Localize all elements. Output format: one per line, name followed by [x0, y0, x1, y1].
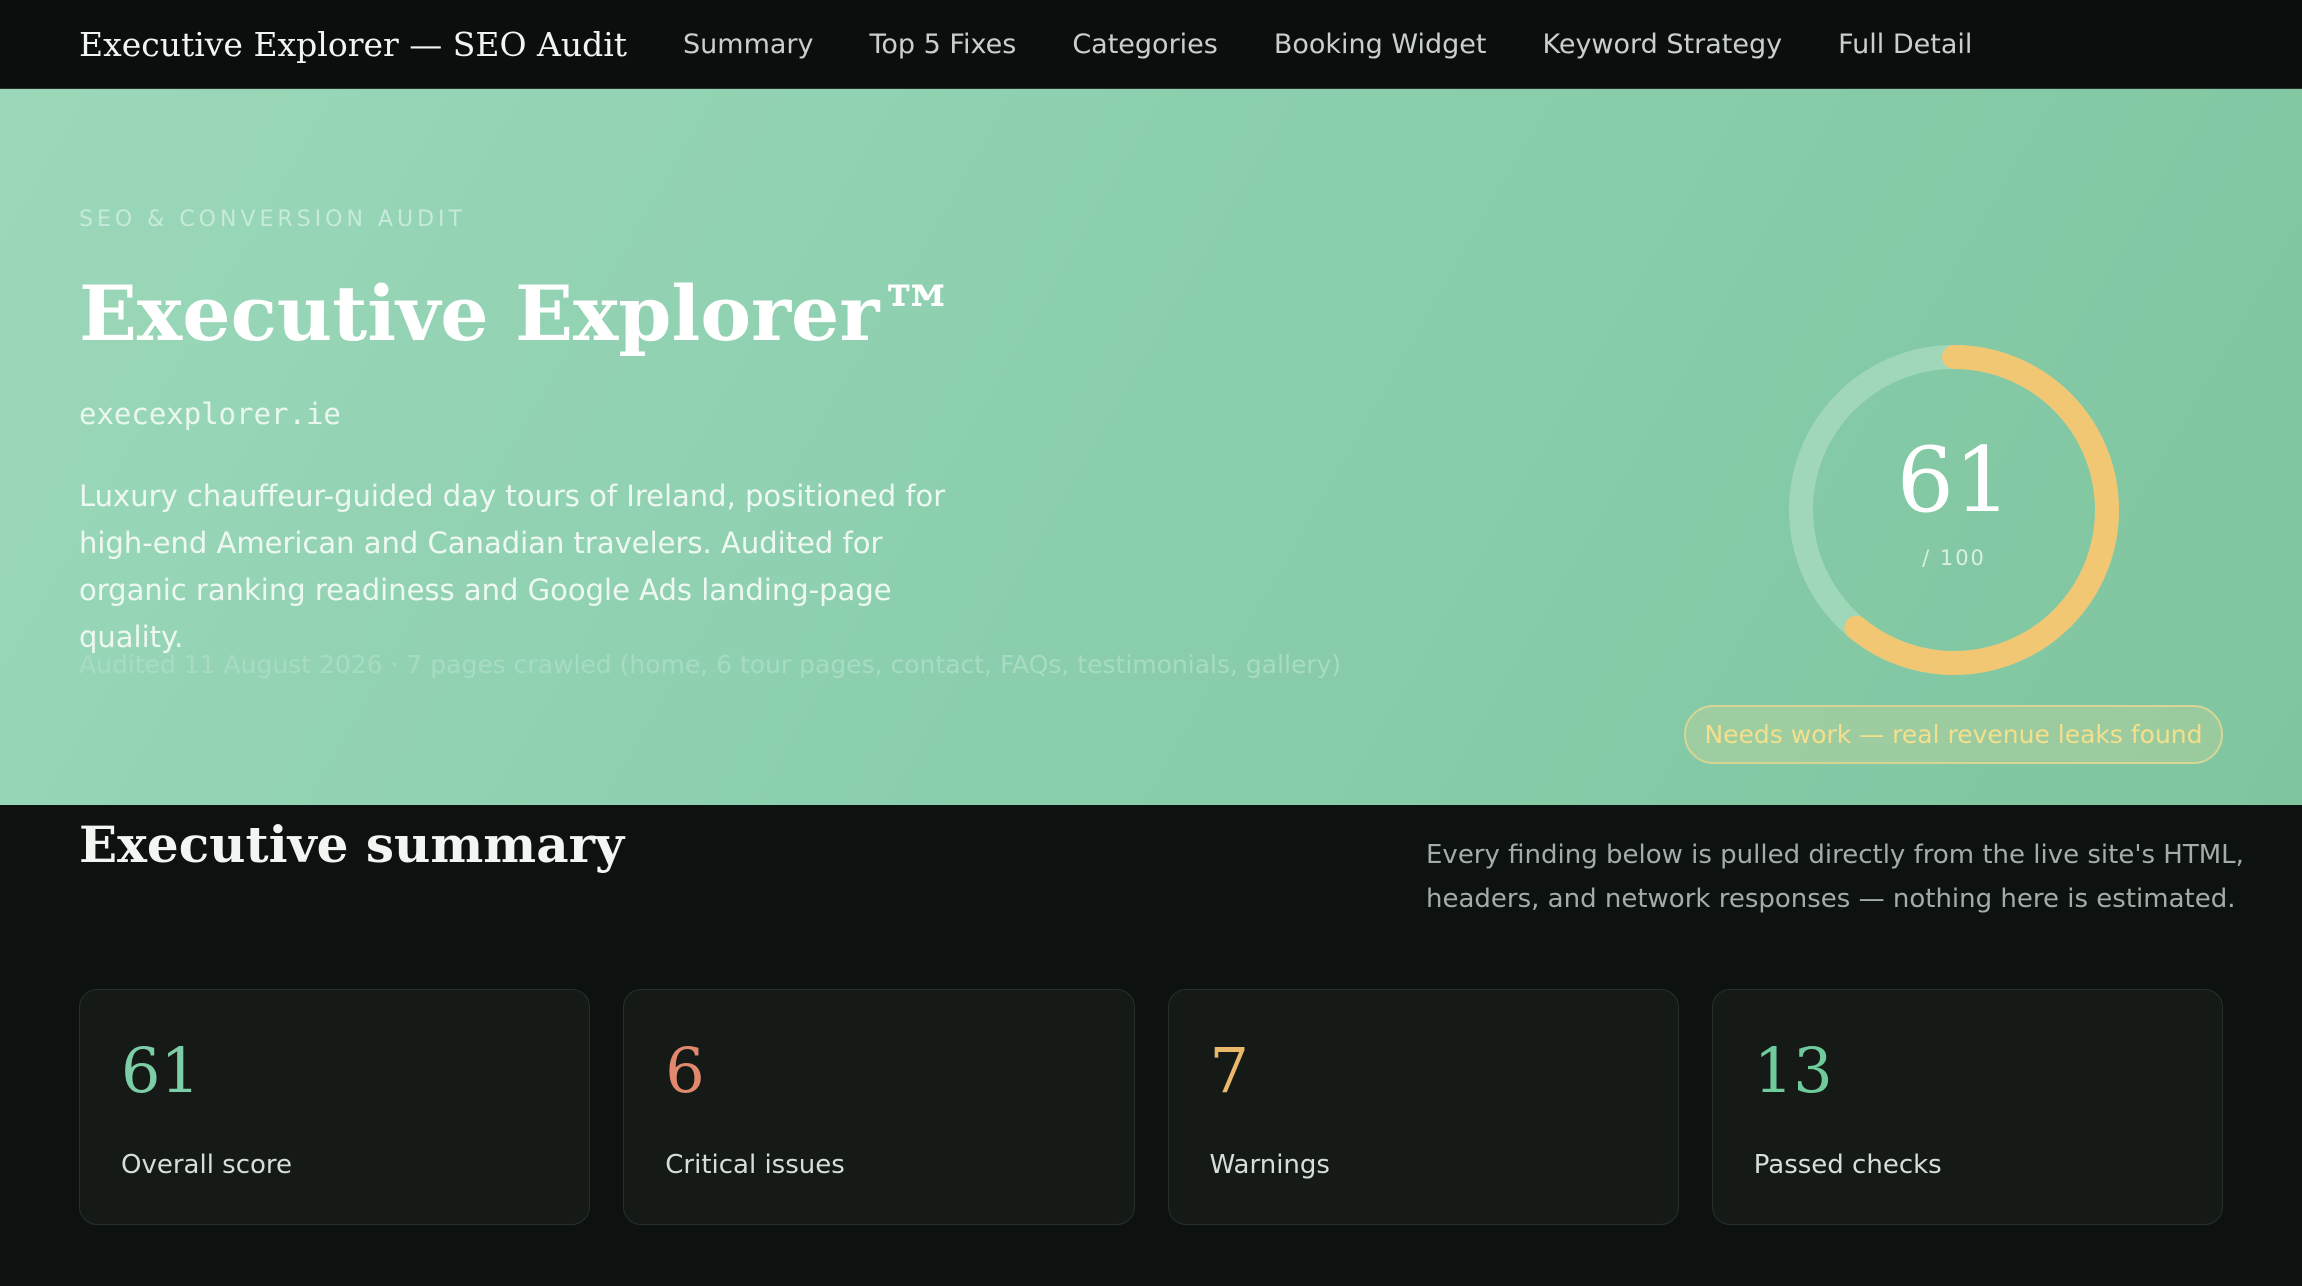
- stat-value: 7: [1209, 1034, 1249, 1107]
- top-navigation: Executive Explorer — SEO Audit Summary T…: [0, 0, 2302, 89]
- stat-value: 13: [1753, 1034, 1833, 1107]
- summary-note: Every finding below is pulled directly f…: [1426, 840, 2244, 914]
- score-max: / 100: [1922, 546, 1986, 570]
- nav-link-booking-widget[interactable]: Booking Widget: [1274, 29, 1487, 60]
- stat-label: Overall score: [121, 1150, 293, 1180]
- stat-card-passed-checks: 13 Passed checks: [1711, 989, 2223, 1225]
- audit-meta: Audited 11 August 2026 · 7 pages crawled…: [79, 650, 1342, 679]
- hero-eyebrow: SEO & CONVERSION AUDIT: [79, 207, 466, 232]
- nav-link-top-fixes[interactable]: Top 5 Fixes: [870, 29, 1017, 60]
- summary-heading: Executive summary: [79, 815, 624, 874]
- nav-link-keyword-strategy[interactable]: Keyword Strategy: [1542, 29, 1782, 60]
- stat-card-overall-score: 61 Overall score: [79, 989, 591, 1225]
- score-gauge: 61 / 100: [1788, 344, 2120, 676]
- nav-link-categories[interactable]: Categories: [1072, 29, 1218, 60]
- nav-link-summary[interactable]: Summary: [683, 29, 813, 60]
- verdict-badge: Needs work — real revenue leaks found: [1684, 705, 2223, 764]
- stat-label: Critical issues: [665, 1150, 845, 1180]
- stat-value: 61: [121, 1034, 200, 1107]
- stat-label: Warnings: [1209, 1150, 1330, 1180]
- nav-links: Summary Top 5 Fixes Categories Booking W…: [683, 29, 1972, 60]
- nav-link-full-detail[interactable]: Full Detail: [1838, 29, 1972, 60]
- page-title: Executive Explorer™: [79, 269, 956, 358]
- site-domain: execexplorer.ie: [79, 397, 341, 431]
- score-value: 61: [1896, 428, 2012, 533]
- stat-card-warnings: 7 Warnings: [1167, 989, 1679, 1225]
- stat-card-critical-issues: 6 Critical issues: [623, 989, 1135, 1225]
- stat-value: 6: [665, 1034, 705, 1107]
- brand-title[interactable]: Executive Explorer — SEO Audit: [79, 25, 627, 64]
- site-description: Luxury chauffeur-guided day tours of Ire…: [79, 479, 946, 654]
- stat-label: Passed checks: [1753, 1150, 1942, 1180]
- hero-section: SEO & CONVERSION AUDIT Executive Explore…: [0, 89, 2302, 805]
- stat-cards: 61 Overall score 6 Critical issues 7 War…: [79, 989, 2223, 1225]
